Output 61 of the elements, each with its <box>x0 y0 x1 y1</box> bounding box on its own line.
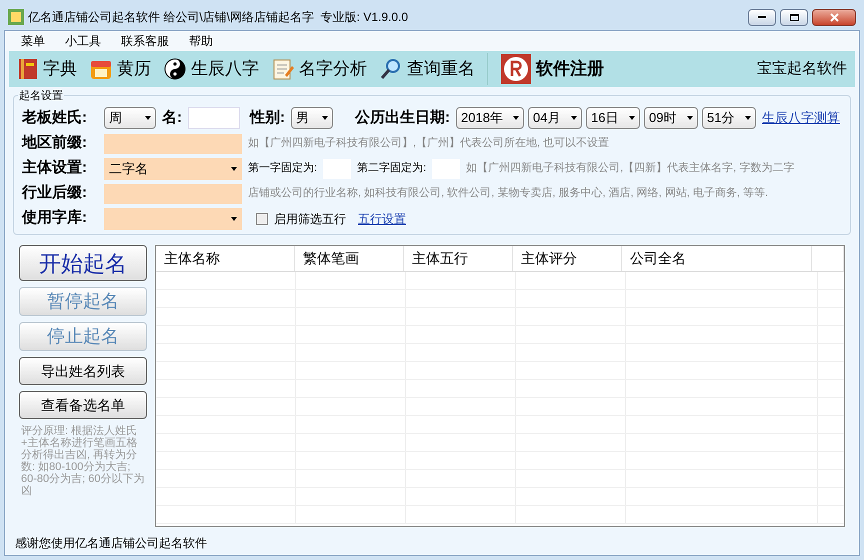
wuxing-link[interactable]: 五行设置 <box>358 210 406 228</box>
field-label: 使用字库: <box>22 208 88 228</box>
checkbox-label: 启用筛选五行 <box>274 210 346 228</box>
column-header[interactable]: 主体五行 <box>404 246 513 271</box>
field-label: 性别: <box>250 108 285 128</box>
field-label: 第二字固定为: <box>357 160 426 176</box>
toolbar-button[interactable]: 软件注册 <box>487 53 604 85</box>
search-icon <box>379 57 403 81</box>
field-label: 地区前缀: <box>22 133 88 154</box>
surname-select[interactable]: 周 <box>104 107 156 129</box>
hint-text: 如【广州四新电子科技有限公司】,【广州】代表公司所在地, 也可以不设置 <box>248 136 610 152</box>
registered-icon <box>500 53 532 85</box>
scoring-note: 评分原理: 根据法人姓氏+主体名称进行笔画五格分析得出吉凶, 再转为分数: 如80-100分为大吉; 60-80分为吉; 60分以下为凶 <box>20 425 146 497</box>
column-header[interactable]: 繁体笔画 <box>294 246 404 271</box>
date-select[interactable]: 2018年 <box>456 107 524 129</box>
gender-select[interactable]: 男 <box>291 107 333 129</box>
date-select[interactable]: 51分 <box>702 107 756 129</box>
industry-input[interactable] <box>104 184 242 204</box>
toolbar-button[interactable]: 生辰八字 <box>163 56 259 82</box>
field-label: 主体设置: <box>22 158 88 178</box>
library-select[interactable] <box>104 208 242 230</box>
field-label: 名: <box>162 108 182 128</box>
name-input[interactable] <box>188 107 240 129</box>
field-label: 行业后缀: <box>22 183 88 204</box>
toolbar-button[interactable]: 黄历 <box>89 56 151 82</box>
action-button[interactable]: 查看备选名单 <box>19 391 147 419</box>
bazi-link[interactable]: 生辰八字测算 <box>762 108 840 128</box>
notepad-icon <box>271 57 295 81</box>
field-label: 公历出生日期: <box>355 108 450 128</box>
column-header[interactable]: 主体评分 <box>512 246 622 271</box>
toolbar-link[interactable]: 宝宝起名软件 <box>757 58 847 80</box>
yin-yang-icon <box>163 57 187 81</box>
column-header[interactable]: 公司全名 <box>622 246 812 271</box>
menu-item[interactable]: 帮助 <box>189 32 213 50</box>
column-header[interactable]: 主体名称 <box>156 246 295 271</box>
close-icon <box>830 12 838 22</box>
menu-item[interactable]: 小工具 <box>65 32 101 50</box>
date-select[interactable]: 09时 <box>644 107 698 129</box>
book-icon <box>17 57 39 81</box>
field-label: 老板姓氏: <box>22 108 88 128</box>
maximize-button[interactable] <box>780 8 808 26</box>
menu-item[interactable]: 菜单 <box>21 32 45 50</box>
status-text: 感谢您使用亿名通店铺公司起名软件 <box>15 535 207 552</box>
hint-text: 店铺或公司的行业名称, 如科技有限公司, 软件公司, 某物专卖店, 服务中心, 酒店, 网络, 网站, 电子商务, 等等. <box>248 186 768 202</box>
date-select[interactable]: 04月 <box>528 107 582 129</box>
toolbar-button[interactable]: 名字分析 <box>271 56 367 82</box>
field-label: 第一字固定为: <box>248 160 318 176</box>
region-input[interactable] <box>104 134 242 154</box>
subject-select[interactable]: 二字名 <box>104 158 242 180</box>
menu-item[interactable]: 联系客服 <box>121 32 169 50</box>
close-button[interactable] <box>812 8 856 26</box>
toolbar-button[interactable]: 查询重名 <box>379 56 475 82</box>
app-icon <box>8 9 24 25</box>
date-select[interactable]: 16日 <box>586 107 640 129</box>
minimize-button[interactable] <box>748 8 776 26</box>
hint-text: 如【广州四新电子科技有限公司,【四新】代表主体名字, 字数为二字 <box>466 160 794 176</box>
window-title: 亿名通店铺公司起名软件 给公司\店铺\网络店铺起名字 专业版: V1.9.0.0 <box>28 9 410 26</box>
checkbox[interactable] <box>256 212 268 224</box>
action-button[interactable]: 导出姓名列表 <box>19 357 147 385</box>
action-button[interactable]: 开始起名 <box>19 245 147 281</box>
toolbar-button[interactable]: 字典 <box>17 56 77 82</box>
